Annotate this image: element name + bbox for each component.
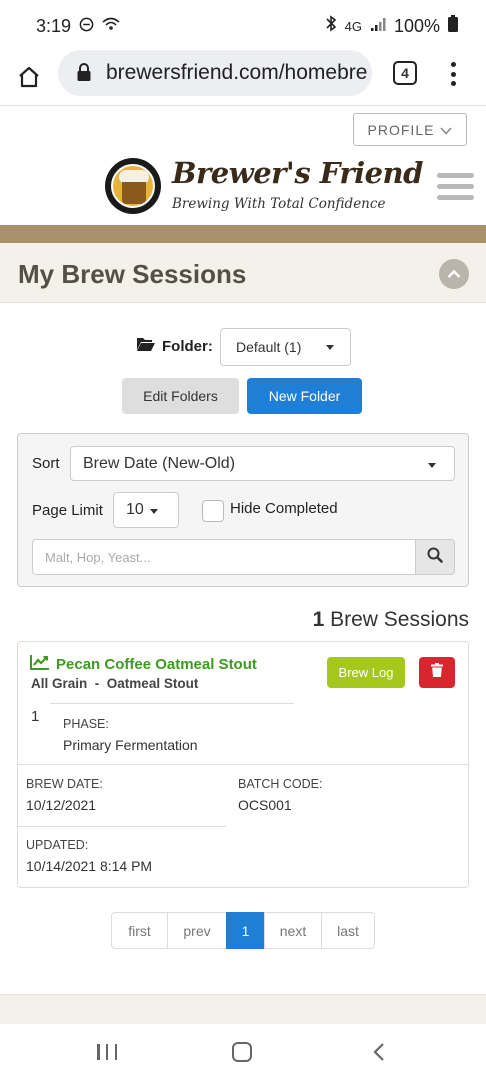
brand-tagline: Brewing With Total Confidence	[172, 196, 386, 212]
home-button-icon[interactable]	[232, 1042, 252, 1062]
recipe-style: Oatmeal Stout	[106, 676, 199, 691]
folder-selected-value: Default (1)	[236, 339, 302, 355]
updated-value: 10/14/2021 8:14 PM	[26, 858, 153, 874]
chart-line-icon	[30, 654, 50, 674]
divider	[18, 826, 226, 827]
session-count-number: 1	[312, 608, 325, 631]
sort-select[interactable]: Brew Date (New-Old)	[70, 446, 455, 481]
lock-icon	[76, 62, 94, 84]
page-limit-value: 10	[126, 501, 144, 518]
page-title: My Brew Sessions	[18, 259, 247, 289]
phase-label: PHASE:	[63, 717, 109, 731]
pagination: first prev 1 next last	[111, 912, 375, 949]
session-count: 1 Brew Sessions	[313, 608, 469, 632]
brew-log-button[interactable]: Brew Log	[327, 657, 405, 688]
caret-down-icon	[149, 509, 158, 514]
page-limit-select[interactable]: 10	[113, 492, 179, 528]
brew-date-value: 10/12/2021	[26, 797, 97, 813]
recipe-name[interactable]: Pecan Coffee Oatmeal Stout	[56, 656, 257, 673]
search-button[interactable]	[415, 539, 455, 575]
battery-level: 100%	[393, 15, 440, 36]
folder-label-text: Folder:	[162, 337, 213, 355]
bluetooth-icon	[325, 15, 337, 37]
recipe-link[interactable]: Pecan Coffee Oatmeal Stout	[30, 654, 257, 674]
delete-button[interactable]	[419, 657, 455, 688]
chevron-down-icon	[440, 122, 453, 138]
sort-selected-value: Brew Date (New-Old)	[83, 454, 236, 472]
batch-code-value: OCS001	[238, 797, 292, 813]
sort-label: Sort	[32, 455, 60, 472]
status-bar: 3:19 4G 100%	[0, 0, 486, 52]
recent-apps-icon[interactable]	[97, 1044, 117, 1060]
address-bar[interactable]: brewersfriend.com/homebre	[58, 50, 372, 96]
chevron-up-icon[interactable]	[439, 259, 469, 289]
session-count-label: Brew Sessions	[330, 608, 469, 631]
folder-select[interactable]: Default (1)	[220, 328, 351, 366]
brand-name[interactable]: Brewer's Friend	[172, 156, 423, 190]
search-input[interactable]: Malt, Hop, Yeast...	[32, 539, 416, 575]
phase-number: 1	[31, 708, 40, 725]
recipe-method-style: All Grain - Oatmeal Stout	[31, 676, 198, 691]
new-folder-button[interactable]: New Folder	[247, 378, 362, 414]
trash-icon	[431, 663, 443, 682]
page-footer	[0, 994, 486, 1024]
folder-open-icon	[136, 336, 156, 356]
caret-down-icon	[428, 463, 436, 468]
profile-button[interactable]: PROFILE	[353, 113, 467, 146]
search-icon	[427, 547, 443, 568]
brew-session-card: Pecan Coffee Oatmeal Stout All Grain - O…	[17, 641, 469, 888]
wifi-calling-icon	[102, 16, 120, 37]
divider	[18, 764, 468, 765]
hide-completed-checkbox[interactable]	[202, 500, 224, 522]
profile-label: PROFILE	[367, 121, 435, 138]
page-current-button[interactable]: 1	[226, 912, 265, 949]
folder-label: Folder:	[136, 336, 213, 356]
browser-toolbar: brewersfriend.com/homebre 4	[0, 48, 486, 106]
section-header: My Brew Sessions	[0, 243, 486, 303]
tab-switcher-button[interactable]: 4	[393, 61, 417, 85]
header-divider	[0, 225, 486, 243]
page-next-button[interactable]: next	[264, 912, 322, 949]
hamburger-menu-icon[interactable]	[437, 173, 474, 200]
page-last-button[interactable]: last	[321, 912, 375, 949]
batch-code-label: BATCH CODE:	[238, 777, 323, 791]
battery-icon	[448, 15, 458, 37]
hide-completed-label[interactable]: Hide Completed	[230, 500, 338, 517]
home-icon[interactable]	[10, 58, 48, 96]
dnd-icon	[79, 16, 94, 37]
page-first-button[interactable]: first	[111, 912, 168, 949]
page-prev-button[interactable]: prev	[167, 912, 227, 949]
more-options-icon[interactable]	[446, 60, 460, 88]
filter-panel: Sort Brew Date (New-Old) Page Limit 10 H…	[17, 433, 469, 587]
recipe-method: All Grain	[31, 676, 88, 691]
network-type: 4G	[344, 18, 362, 34]
recipe-separator: -	[94, 676, 100, 691]
page-limit-label: Page Limit	[32, 502, 103, 519]
divider	[50, 703, 294, 704]
back-icon[interactable]	[372, 1042, 386, 1067]
url-text: brewersfriend.com/homebre	[106, 61, 368, 84]
phase-value: Primary Fermentation	[63, 737, 198, 753]
caret-down-icon	[326, 345, 334, 350]
system-nav-bar	[0, 1024, 486, 1080]
updated-label: UPDATED:	[26, 838, 89, 852]
edit-folders-button[interactable]: Edit Folders	[122, 378, 239, 414]
status-time: 3:19	[36, 15, 72, 36]
signal-icon	[370, 16, 386, 37]
brew-date-label: BREW DATE:	[26, 777, 103, 791]
brand-logo[interactable]	[105, 158, 161, 214]
